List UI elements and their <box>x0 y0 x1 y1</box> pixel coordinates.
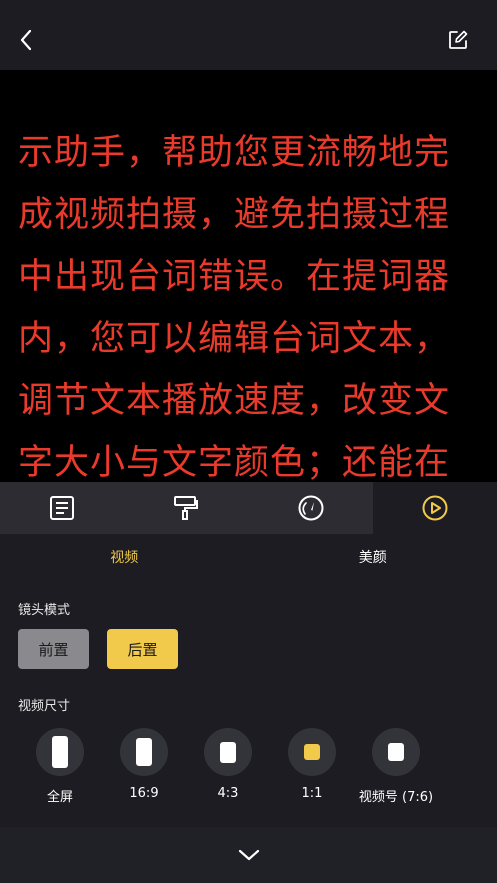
edit-button[interactable] <box>442 24 474 56</box>
ratio-fullscreen-icon <box>52 736 68 768</box>
sub-tabs: 视频 美颜 <box>0 534 497 580</box>
paint-roller-icon <box>174 496 199 520</box>
ratio-7-6-icon <box>388 743 404 761</box>
tool-speed-button[interactable] <box>249 482 373 534</box>
ratio-circle <box>36 728 84 776</box>
collapse-panel-button[interactable] <box>229 835 269 875</box>
ratio-fullscreen-option[interactable]: 全屏 <box>20 728 100 805</box>
ratio-label: 1:1 <box>301 786 323 801</box>
tool-text-button[interactable] <box>0 482 124 534</box>
chevron-down-icon <box>238 849 259 861</box>
lens-mode-options: 前置 后置 <box>18 629 178 669</box>
ratio-circle <box>372 728 420 776</box>
ratio-circle <box>120 728 168 776</box>
ratio-4-3-option[interactable]: 4:3 <box>188 728 268 801</box>
front-camera-button[interactable]: 前置 <box>18 629 89 669</box>
ratio-4-3-icon <box>220 741 236 763</box>
ratio-label: 视频号 (7:6) <box>358 790 434 805</box>
document-icon <box>50 496 75 520</box>
ratio-circle <box>288 728 336 776</box>
prompter-script-text: 示助手，帮助您更流畅地完成视频拍摄，避免拍摄过程中出现台词错误。在提词器内，您可… <box>18 133 451 482</box>
video-size-label: 视频尺寸 <box>18 699 71 714</box>
tab-beauty[interactable]: 美颜 <box>249 534 497 580</box>
back-button[interactable] <box>10 24 42 56</box>
video-settings-panel: 视频 美颜 镜头模式 前置 后置 视频尺寸 全屏 16:9 4:3 1:1 视频… <box>0 534 497 827</box>
ratio-1-1-icon <box>304 744 320 760</box>
video-size-options: 全屏 16:9 4:3 1:1 视频号 (7:6) <box>0 728 497 808</box>
ratio-circle <box>204 728 252 776</box>
teleprompter-screen: 示助手，帮助您更流畅地完成视频拍摄，避免拍摄过程中出现台词错误。在提词器内，您可… <box>0 0 497 883</box>
tool-style-button[interactable] <box>124 482 248 534</box>
chevron-left-icon <box>20 29 32 51</box>
prompter-view[interactable]: 示助手，帮助您更流畅地完成视频拍摄，避免拍摄过程中出现台词错误。在提词器内，您可… <box>0 70 497 482</box>
play-circle-icon <box>422 495 448 521</box>
speedometer-icon <box>298 495 324 521</box>
ratio-1-1-option[interactable]: 1:1 <box>272 728 352 801</box>
tool-video-button[interactable] <box>372 482 497 534</box>
bottom-bar <box>0 827 497 883</box>
ratio-label: 全屏 <box>46 790 73 805</box>
ratio-16-9-icon <box>136 738 152 766</box>
tab-video[interactable]: 视频 <box>0 534 249 580</box>
ratio-label: 16:9 <box>129 786 159 801</box>
settings-toolbar <box>0 482 497 534</box>
ratio-16-9-option[interactable]: 16:9 <box>104 728 184 801</box>
ratio-label: 4:3 <box>217 786 239 801</box>
rear-camera-button[interactable]: 后置 <box>107 629 178 669</box>
top-nav-bar <box>0 0 497 70</box>
ratio-7-6-option[interactable]: 视频号 (7:6) <box>356 728 436 805</box>
lens-mode-label: 镜头模式 <box>18 603 71 618</box>
edit-icon <box>449 30 468 49</box>
